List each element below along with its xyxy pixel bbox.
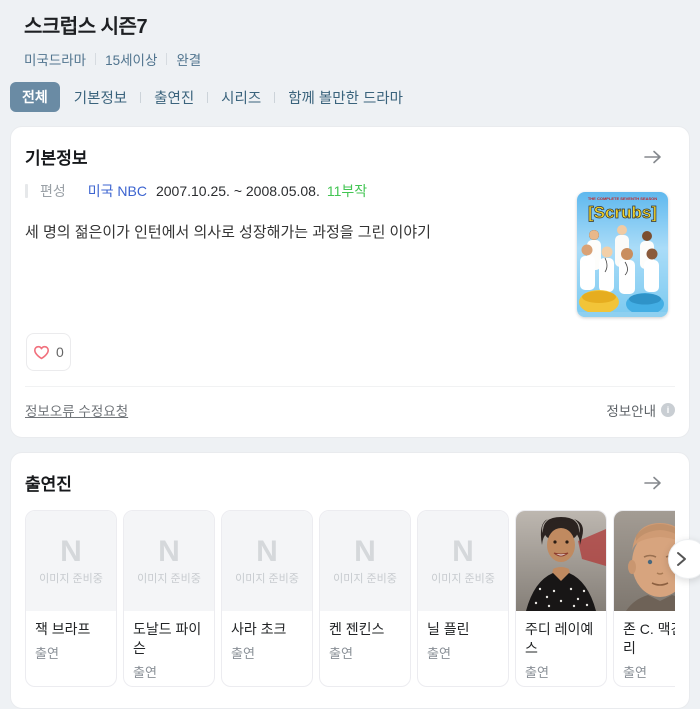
- cast-info: 잭 브라프 출연: [26, 611, 116, 662]
- cast-name: 존 C. 맥긴리: [623, 620, 675, 658]
- cast-title: 출연진: [25, 470, 72, 495]
- broadcast-period: 2007.10.25. ~ 2008.05.08.: [156, 183, 320, 199]
- like-count: 0: [56, 344, 64, 360]
- cast-item[interactable]: N 이미지 준비중 사라 초크 출연: [221, 510, 313, 687]
- placeholder-label: 이미지 준비중: [235, 570, 299, 586]
- arrow-right-icon: [643, 479, 663, 494]
- naver-logo-icon: N: [452, 537, 474, 567]
- poster-image[interactable]: THE COMPLETE SEVENTH SEASON [Scrubs]: [577, 192, 668, 317]
- chevron-right-icon: [674, 550, 688, 568]
- cast-role: 출연: [231, 643, 303, 662]
- divider: [207, 92, 208, 103]
- scroll-next-button[interactable]: [668, 539, 700, 579]
- page-title: 스크럽스 시즌7: [24, 10, 676, 39]
- cast-name: 도날드 파이슨: [133, 620, 205, 658]
- divider: [140, 92, 141, 103]
- svg-text:THE COMPLETE SEVENTH SEASON: THE COMPLETE SEVENTH SEASON: [588, 196, 657, 201]
- cast-role: 출연: [35, 643, 107, 662]
- tab-bar: 전체 기본정보 출연진 시리즈 함께 볼만한 드라마: [10, 82, 676, 112]
- cast-item[interactable]: N 이미지 준비중 닐 플린 출연: [417, 510, 509, 687]
- cast-info: 닐 플린 출연: [418, 611, 508, 662]
- naver-logo-icon: N: [256, 537, 278, 567]
- report-error-link[interactable]: 정보오류 수정요청: [25, 400, 128, 420]
- tab-all[interactable]: 전체: [10, 82, 60, 112]
- broadcast-label: 편성: [40, 181, 66, 201]
- meta-genre[interactable]: 미국드라마: [24, 49, 86, 69]
- naver-logo-icon: N: [354, 537, 376, 567]
- network-link[interactable]: 미국 NBC: [88, 181, 147, 201]
- cast-name: 주디 레이예스: [525, 620, 597, 658]
- image-placeholder: N 이미지 준비중: [26, 511, 116, 611]
- info-icon: i: [661, 403, 675, 417]
- cast-card: 출연진 N 이미지 준비중 잭 브라프 출연 N 이미지 준비중 도날드 파이: [10, 452, 690, 709]
- image-placeholder: N 이미지 준비중: [124, 511, 214, 611]
- cast-name: 사라 초크: [231, 620, 303, 639]
- basic-info-more-button[interactable]: [643, 149, 663, 165]
- cast-name: 켄 젠킨스: [329, 620, 401, 639]
- divider: [95, 53, 96, 65]
- placeholder-label: 이미지 준비중: [39, 570, 103, 586]
- arrow-right-icon: [643, 153, 663, 168]
- tab-basic-info[interactable]: 기본정보: [74, 87, 127, 108]
- cast-name: 닐 플린: [427, 620, 499, 639]
- cast-item[interactable]: 주디 레이예스 출연: [515, 510, 607, 687]
- cast-role: 출연: [133, 662, 205, 681]
- cast-role: 출연: [525, 662, 597, 681]
- divider: [166, 53, 167, 65]
- naver-logo-icon: N: [158, 537, 180, 567]
- cast-info: 존 C. 맥긴리 출연: [614, 611, 675, 681]
- divider: [274, 92, 275, 103]
- meta-row: 미국드라마 15세이상 완결: [24, 49, 676, 69]
- cast-item[interactable]: N 이미지 준비중 도날드 파이슨 출연: [123, 510, 215, 687]
- placeholder-label: 이미지 준비중: [431, 570, 495, 586]
- property-bar: [25, 184, 28, 198]
- info-guide-label: 정보안내: [606, 400, 656, 420]
- naver-logo-icon: N: [60, 537, 82, 567]
- cast-info: 도날드 파이슨 출연: [124, 611, 214, 681]
- page-header: 스크럽스 시즌7 미국드라마 15세이상 완결 전체 기본정보 출연진 시리즈 …: [0, 0, 700, 112]
- meta-status[interactable]: 완결: [176, 49, 201, 69]
- cast-role: 출연: [329, 643, 401, 662]
- cast-strip: N 이미지 준비중 잭 브라프 출연 N 이미지 준비중 도날드 파이슨 출연 …: [25, 510, 675, 708]
- cast-item[interactable]: 존 C. 맥긴리 출연: [613, 510, 675, 687]
- cast-info: 켄 젠킨스 출연: [320, 611, 410, 662]
- tab-cast[interactable]: 출연진: [154, 87, 194, 108]
- cast-role: 출연: [427, 643, 499, 662]
- basic-info-body: 편성 미국 NBC 2007.10.25. ~ 2008.05.08. 11부작…: [11, 181, 689, 333]
- cast-item[interactable]: N 이미지 준비중 잭 브라프 출연: [25, 510, 117, 687]
- heart-icon: [33, 344, 50, 360]
- image-placeholder: N 이미지 준비중: [320, 511, 410, 611]
- basic-info-title: 기본정보: [25, 144, 88, 169]
- placeholder-label: 이미지 준비중: [137, 570, 201, 586]
- cast-info: 주디 레이예스 출연: [516, 611, 606, 681]
- like-button[interactable]: 0: [26, 333, 71, 371]
- basic-info-card-header: 기본정보: [11, 127, 689, 169]
- cast-name: 잭 브라프: [35, 620, 107, 639]
- meta-rating[interactable]: 15세이상: [105, 49, 157, 69]
- placeholder-label: 이미지 준비중: [333, 570, 397, 586]
- info-guide[interactable]: 정보안내 i: [606, 400, 675, 420]
- cast-photo: [516, 511, 606, 611]
- cast-photo: [614, 511, 675, 611]
- basic-info-footer: 정보오류 수정요청 정보안내 i: [11, 387, 689, 437]
- tab-series[interactable]: 시리즈: [221, 87, 261, 108]
- synopsis-text: 세 명의 젊은이가 인턴에서 의사로 성장해가는 과정을 그린 이야기: [25, 222, 570, 244]
- svg-text:[Scrubs]: [Scrubs]: [588, 203, 657, 222]
- cast-card-header: 출연진: [11, 453, 689, 495]
- cast-role: 출연: [623, 662, 675, 681]
- cast-item[interactable]: N 이미지 준비중 켄 젠킨스 출연: [319, 510, 411, 687]
- image-placeholder: N 이미지 준비중: [418, 511, 508, 611]
- episode-count: 11부작: [327, 181, 367, 201]
- poster-art: THE COMPLETE SEVENTH SEASON [Scrubs]: [577, 192, 668, 317]
- cast-info: 사라 초크 출연: [222, 611, 312, 662]
- tab-related-dramas[interactable]: 함께 볼만한 드라마: [288, 87, 403, 108]
- cast-more-button[interactable]: [643, 475, 663, 491]
- image-placeholder: N 이미지 준비중: [222, 511, 312, 611]
- basic-info-card: 기본정보 편성 미국 NBC 2007.10.25. ~ 2008.05.08.…: [10, 126, 690, 438]
